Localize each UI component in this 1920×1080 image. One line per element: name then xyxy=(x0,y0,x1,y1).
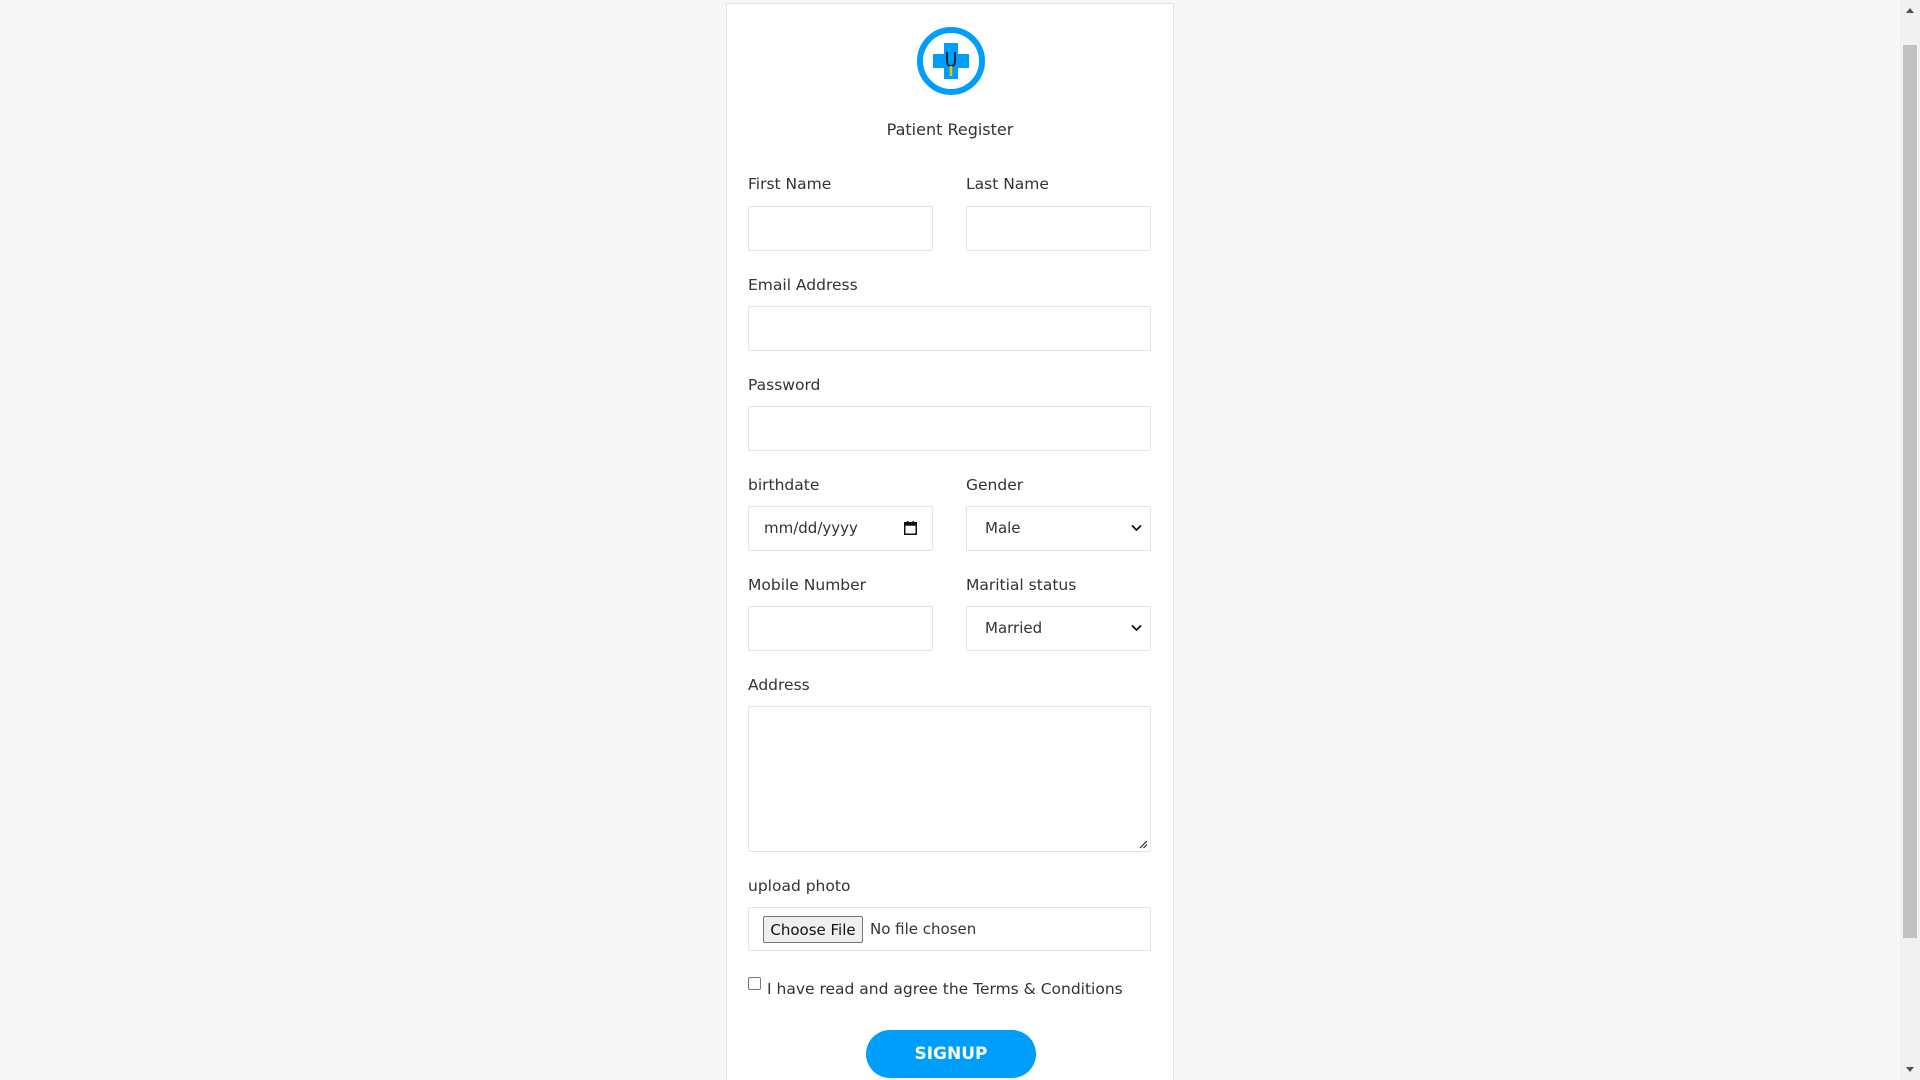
first-name-label: First Name xyxy=(748,175,832,193)
register-card: Patient Register First Name Last Name Em… xyxy=(726,3,1174,1080)
marital-status-select[interactable]: Married xyxy=(966,606,1151,651)
last-name-label: Last Name xyxy=(966,175,1049,193)
upload-photo-input[interactable]: Choose File No file chosen xyxy=(748,907,1151,951)
signup-button[interactable]: SIGNUP xyxy=(866,1030,1036,1078)
password-input[interactable] xyxy=(748,406,1151,451)
birthdate-label: birthdate xyxy=(748,476,820,494)
address-textarea[interactable] xyxy=(748,706,1151,852)
chevron-down-icon xyxy=(1131,624,1142,632)
calendar-icon[interactable] xyxy=(904,521,917,535)
birthdate-input[interactable]: mm/dd/yyyy xyxy=(748,506,933,551)
gender-label: Gender xyxy=(966,476,1024,494)
terms-label: I have read and agree the Terms & Condit… xyxy=(767,980,1123,998)
resize-grip-icon[interactable] xyxy=(1138,839,1148,849)
chevron-down-icon xyxy=(1131,524,1142,532)
marital-status-label: Maritial status xyxy=(966,576,1077,594)
last-name-input[interactable] xyxy=(966,206,1151,251)
file-status-text: No file chosen xyxy=(870,920,977,938)
medical-cross-stethoscope-icon xyxy=(917,27,985,95)
page-scrollbar[interactable] xyxy=(1900,0,1920,1080)
choose-file-button[interactable]: Choose File xyxy=(763,916,863,943)
scroll-down-icon[interactable] xyxy=(1905,1066,1915,1074)
upload-photo-label: upload photo xyxy=(748,877,851,895)
scroll-up-icon[interactable] xyxy=(1905,6,1915,14)
marital-selected-value: Married xyxy=(985,619,1043,637)
gender-selected-value: Male xyxy=(985,519,1021,537)
email-label: Email Address xyxy=(748,276,858,294)
password-label: Password xyxy=(748,376,821,394)
terms-checkbox[interactable] xyxy=(748,977,761,990)
email-input[interactable] xyxy=(748,306,1151,351)
scrollbar-thumb[interactable] xyxy=(1903,45,1917,938)
gender-select[interactable]: Male xyxy=(966,506,1151,551)
mobile-input[interactable] xyxy=(748,606,933,651)
first-name-input[interactable] xyxy=(748,206,933,251)
address-label: Address xyxy=(748,676,810,694)
page-title: Patient Register xyxy=(886,120,1014,139)
mobile-label: Mobile Number xyxy=(748,576,867,594)
birthdate-placeholder: mm/dd/yyyy xyxy=(764,519,858,537)
